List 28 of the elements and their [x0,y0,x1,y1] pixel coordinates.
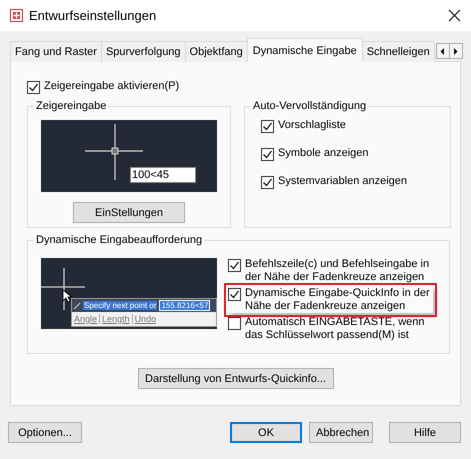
dialog-button[interactable]: Optionen... [8,422,82,443]
tooltip-appearance-button[interactable]: Darstellung von Entwurfs-Quickinfo... [138,368,334,389]
tooltip-value: 155.8216<57 [159,300,210,311]
tooltip-option: Undo [132,314,158,324]
tooltip-option: Length [99,314,132,324]
checkbox-label: Vorschlagliste [278,119,346,132]
tab[interactable]: Fang und Raster [10,41,102,62]
checkbox-label: Symbole anzeigen [278,147,369,160]
coordinate-field: 100<45 [130,167,196,183]
checkbox-label: Systemvariablen anzeigen [278,175,408,188]
checkbox-label: Automatisch EINGABETASTE, wenn das Schlüsselwort passend(M) ist [245,316,426,342]
tab[interactable]: Objektfang [184,41,248,62]
dialog-button[interactable]: Abbrechen [309,422,373,443]
window-title: Entwurfseinstellungen [29,8,158,23]
tab[interactable]: Dynamische Eingabe [246,38,363,62]
tab[interactable]: Schnelleigen [362,41,435,62]
checkbox-label: Dynamische Eingabe-QuickInfo in der Nähe der Fadenkreuze anzeigen [245,287,431,313]
checkbox-label: Zeigereingabe aktivieren(P) [44,80,180,93]
settings-button[interactable]: EinStellungen [73,202,185,223]
tab[interactable]: Spurverfolgung [100,41,186,62]
dialog-button[interactable]: Hilfe [389,422,461,443]
checkbox-label: Befehlszeile(c) und Befehlseingabe in der Nähe der Fadenkreuze anzeigen [245,258,430,284]
group-title: Zeigereingabe [34,99,108,113]
group-title: Auto-Vervollständigung [251,99,368,113]
group-title: Dynamische Eingabeaufforderung [34,233,204,247]
tooltip-option: Angle [72,314,100,324]
dialog-button[interactable]: OK [230,422,302,443]
tooltip-prompt: Specify next point or [83,301,158,310]
